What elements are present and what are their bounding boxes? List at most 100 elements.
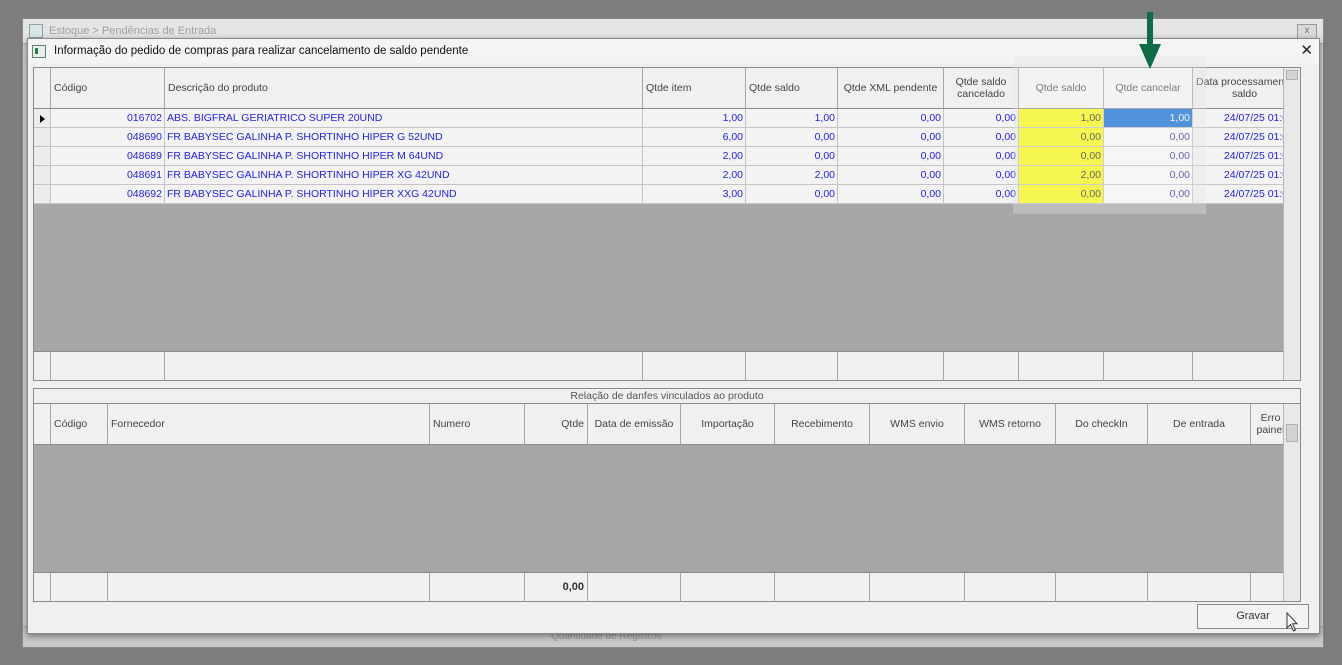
col-header-qtde-saldo[interactable]: Qtde saldo [746, 68, 838, 108]
mouse-cursor-icon [1286, 612, 1299, 632]
col-header-fornecedor[interactable]: Fornecedor [108, 404, 430, 444]
cell-qtde-cancelar-input[interactable]: 0,00 [1104, 185, 1193, 204]
cell-descricao[interactable]: FR BABYSEC GALINHA P. SHORTINHO HIPER XG… [165, 166, 643, 185]
indicator-header [34, 68, 51, 108]
row-indicator-icon [34, 109, 51, 128]
cell-saldo-edit[interactable]: 1,00 [1019, 109, 1104, 128]
cancel-balance-dialog: Informação do pedido de compras para rea… [27, 38, 1320, 634]
cell-qtde-item[interactable]: 2,00 [643, 147, 746, 166]
cell-qtde-saldo[interactable]: 2,00 [746, 166, 838, 185]
danfes-grid-footer: 0,00 [34, 572, 1291, 601]
col-header-data-emissao[interactable]: Data de emissão [588, 404, 681, 444]
cell-data[interactable]: 24/07/25 01:00 [1193, 166, 1297, 185]
table-row[interactable]: 016702 ABS. BIGFRAL GERIATRICO SUPER 20U… [34, 109, 1297, 128]
cell-qtde-xml[interactable]: 0,00 [838, 166, 944, 185]
cell-qtde-cancelar-input[interactable]: 0,00 [1104, 128, 1193, 147]
cell-descricao[interactable]: FR BABYSEC GALINHA P. SHORTINHO HIPER M … [165, 147, 643, 166]
col-header-numero[interactable]: Numero [430, 404, 525, 444]
scrollbar-thumb[interactable] [1286, 70, 1298, 80]
row-indicator [34, 128, 51, 147]
col-header-recebimento[interactable]: Recebimento [775, 404, 870, 444]
cell-qtde-saldo[interactable]: 0,00 [746, 128, 838, 147]
col-header-qtde-cancelar[interactable]: Qtde cancelar [1104, 68, 1193, 108]
dialog-titlebar: Informação do pedido de compras para rea… [28, 39, 1319, 63]
danfes-grid-header: Código Fornecedor Numero Qtde Data de em… [34, 404, 1291, 445]
total-qtde: 0,00 [525, 573, 588, 601]
col-header-qtde[interactable]: Qtde [525, 404, 588, 444]
dialog-title: Informação do pedido de compras para rea… [54, 45, 469, 57]
col-header-codigo[interactable]: Código [51, 68, 165, 108]
cell-qtde-cancelado[interactable]: 0,00 [944, 109, 1019, 128]
row-indicator [34, 166, 51, 185]
col-header-qtde-xml[interactable]: Qtde XML pendente [838, 68, 944, 108]
cell-qtde-saldo[interactable]: 0,00 [746, 147, 838, 166]
cell-qtde-xml[interactable]: 0,00 [838, 128, 944, 147]
cell-data[interactable]: 24/07/25 01:00 [1193, 185, 1297, 204]
cell-qtde-xml[interactable]: 0,00 [838, 147, 944, 166]
cell-qtde-xml[interactable]: 0,00 [838, 185, 944, 204]
table-row[interactable]: 048690 FR BABYSEC GALINHA P. SHORTINHO H… [34, 128, 1297, 147]
cell-saldo-edit[interactable]: 0,00 [1019, 147, 1104, 166]
indicator-header [34, 404, 51, 444]
cell-qtde-item[interactable]: 6,00 [643, 128, 746, 147]
app-icon [29, 24, 43, 38]
cell-qtde-cancelado[interactable]: 0,00 [944, 166, 1019, 185]
products-scrollbar[interactable] [1283, 68, 1300, 380]
app-icon [32, 44, 46, 58]
cell-qtde-cancelar-input[interactable]: 0,00 [1104, 147, 1193, 166]
cell-qtde-xml[interactable]: 0,00 [838, 109, 944, 128]
row-indicator [34, 147, 51, 166]
cell-descricao[interactable]: FR BABYSEC GALINHA P. SHORTINHO HIPER G … [165, 128, 643, 147]
table-row[interactable]: 048691 FR BABYSEC GALINHA P. SHORTINHO H… [34, 166, 1297, 185]
scrollbar-thumb[interactable] [1286, 424, 1298, 442]
cell-qtde-cancelado[interactable]: 0,00 [944, 147, 1019, 166]
cell-qtde-item[interactable]: 1,00 [643, 109, 746, 128]
products-rows: 016702 ABS. BIGFRAL GERIATRICO SUPER 20U… [34, 109, 1297, 204]
cell-codigo[interactable]: 016702 [51, 109, 165, 128]
table-row[interactable]: 048689 FR BABYSEC GALINHA P. SHORTINHO H… [34, 147, 1297, 166]
danfes-caption: Relação de danfes vinculados ao produto [34, 389, 1300, 404]
col-header-qtde-cancelado[interactable]: Qtde saldo cancelado [944, 68, 1019, 108]
table-row[interactable]: 048692 FR BABYSEC GALINHA P. SHORTINHO H… [34, 185, 1297, 204]
cell-qtde-cancelado[interactable]: 0,00 [944, 185, 1019, 204]
background-window-title: Estoque > Pendências de Entrada [49, 25, 217, 37]
col-header-de-entrada[interactable]: De entrada [1148, 404, 1251, 444]
col-header-importacao[interactable]: Importação [681, 404, 775, 444]
cell-codigo[interactable]: 048689 [51, 147, 165, 166]
down-arrow-icon [1139, 12, 1161, 69]
col-header-do-checkin[interactable]: Do checkIn [1056, 404, 1148, 444]
background-close-button[interactable]: x [1297, 23, 1317, 39]
cell-qtde-saldo[interactable]: 0,00 [746, 185, 838, 204]
close-icon[interactable]: ✕ [1300, 42, 1313, 59]
col-header-data-processamento[interactable]: Data processamento saldo [1193, 68, 1297, 108]
products-grid-header: Código Descrição do produto Qtde item Qt… [34, 68, 1297, 109]
row-indicator [34, 185, 51, 204]
danfes-scrollbar[interactable] [1283, 404, 1300, 601]
cell-saldo-edit[interactable]: 0,00 [1019, 128, 1104, 147]
cell-data[interactable]: 24/07/25 01:00 [1193, 147, 1297, 166]
cell-saldo-edit[interactable]: 0,00 [1019, 185, 1104, 204]
cell-data[interactable]: 24/07/25 01:00 [1193, 109, 1297, 128]
cell-qtde-cancelado[interactable]: 0,00 [944, 128, 1019, 147]
cell-qtde-saldo[interactable]: 1,00 [746, 109, 838, 128]
col-header-qtde-item[interactable]: Qtde item [643, 68, 746, 108]
col-header-descricao[interactable]: Descrição do produto [165, 68, 643, 108]
col-header-qtde-saldo-edit[interactable]: Qtde saldo [1019, 68, 1104, 108]
products-grid[interactable]: Código Descrição do produto Qtde item Qt… [33, 67, 1301, 381]
cell-descricao[interactable]: ABS. BIGFRAL GERIATRICO SUPER 20UND [165, 109, 643, 128]
cell-descricao[interactable]: FR BABYSEC GALINHA P. SHORTINHO HIPER XX… [165, 185, 643, 204]
col-header-wms-retorno[interactable]: WMS retorno [965, 404, 1056, 444]
cell-codigo[interactable]: 048691 [51, 166, 165, 185]
cell-codigo[interactable]: 048692 [51, 185, 165, 204]
cell-qtde-cancelar-input[interactable]: 1,00 [1104, 109, 1193, 128]
cell-data[interactable]: 24/07/25 01:00 [1193, 128, 1297, 147]
products-grid-footer [34, 351, 1297, 380]
col-header-codigo[interactable]: Código [51, 404, 108, 444]
cell-saldo-edit[interactable]: 2,00 [1019, 166, 1104, 185]
danfes-grid[interactable]: Relação de danfes vinculados ao produto … [33, 388, 1301, 602]
col-header-wms-envio[interactable]: WMS envio [870, 404, 965, 444]
cell-codigo[interactable]: 048690 [51, 128, 165, 147]
cell-qtde-item[interactable]: 2,00 [643, 166, 746, 185]
cell-qtde-cancelar-input[interactable]: 0,00 [1104, 166, 1193, 185]
cell-qtde-item[interactable]: 3,00 [643, 185, 746, 204]
